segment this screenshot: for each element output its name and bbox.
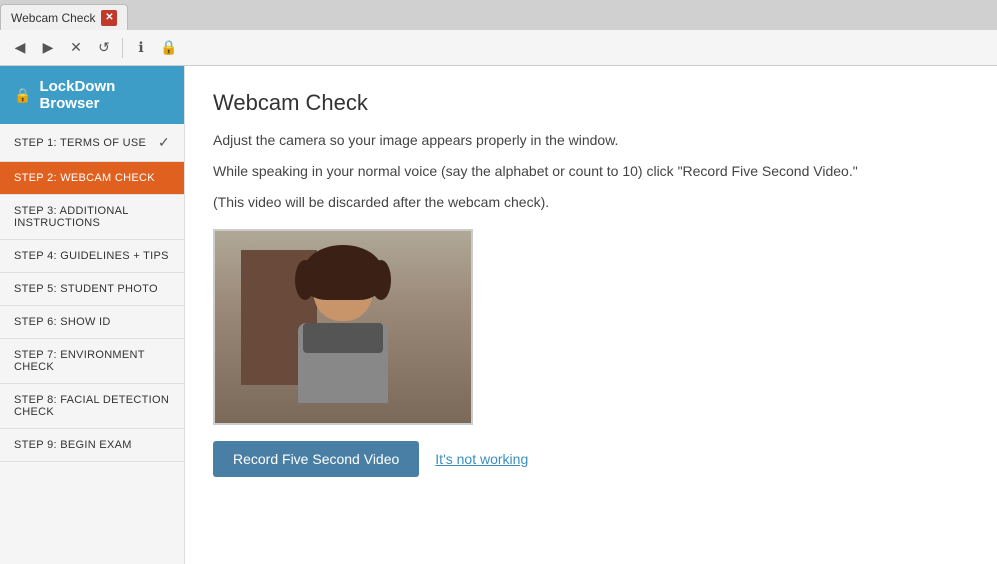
- webcam-container: [213, 229, 473, 425]
- sidebar-item-step1[interactable]: STEP 1: TERMS OF USE ✓: [0, 124, 184, 162]
- description-3: (This video will be discarded after the …: [213, 192, 969, 213]
- sidebar-item-step5[interactable]: STEP 5: STUDENT PHOTO: [0, 273, 184, 306]
- active-tab[interactable]: Webcam Check ✕: [0, 4, 128, 30]
- sidebar-item-step6[interactable]: STEP 6: SHOW ID: [0, 306, 184, 339]
- shield-icon: 🔒: [157, 36, 181, 60]
- main-content: Webcam Check Adjust the camera so your i…: [185, 66, 997, 564]
- sidebar-item-label: STEP 1: TERMS OF USE: [14, 137, 146, 149]
- nav-bar: ◀ ▶ ✕ ↺ ℹ 🔒: [0, 30, 997, 66]
- description-2: While speaking in your normal voice (say…: [213, 161, 969, 182]
- sidebar-item-step2[interactable]: STEP 2: WEBCAM CHECK: [0, 162, 184, 195]
- sidebar-item-step3[interactable]: STEP 3: ADDITIONAL INSTRUCTIONS: [0, 195, 184, 240]
- sidebar-item-step4[interactable]: STEP 4: GUIDELINES + TIPS: [0, 240, 184, 273]
- close-nav-button[interactable]: ✕: [64, 36, 88, 60]
- not-working-link[interactable]: It's not working: [435, 451, 528, 467]
- action-row: Record Five Second Video It's not workin…: [213, 441, 969, 477]
- webcam-feed: [215, 231, 471, 423]
- checkmark-icon: ✓: [158, 134, 170, 151]
- person-figure: [283, 253, 403, 423]
- back-button[interactable]: ◀: [8, 36, 32, 60]
- sidebar-item-label: STEP 9: BEGIN EXAM: [14, 439, 132, 451]
- record-button[interactable]: Record Five Second Video: [213, 441, 419, 477]
- person-head: [313, 253, 373, 321]
- sidebar-title: LockDown Browser: [39, 78, 170, 112]
- sidebar-item-label: STEP 3: ADDITIONAL INSTRUCTIONS: [14, 205, 170, 229]
- tab-title: Webcam Check: [11, 11, 95, 25]
- sidebar: 🔒 LockDown Browser STEP 1: TERMS OF USE …: [0, 66, 185, 564]
- sidebar-item-step9[interactable]: STEP 9: BEGIN EXAM: [0, 429, 184, 462]
- person-torso: [298, 323, 388, 403]
- sidebar-item-label: STEP 7: ENVIRONMENT CHECK: [14, 349, 170, 373]
- sidebar-item-label: STEP 8: FACIAL DETECTION CHECK: [14, 394, 170, 418]
- info-icon: ℹ: [129, 36, 153, 60]
- nav-divider: [122, 38, 123, 58]
- browser-chrome: Webcam Check ✕ ◀ ▶ ✕ ↺ ℹ 🔒: [0, 0, 997, 66]
- sidebar-header: 🔒 LockDown Browser: [0, 66, 184, 124]
- description-1: Adjust the camera so your image appears …: [213, 130, 969, 151]
- sidebar-item-label: STEP 6: SHOW ID: [14, 316, 111, 328]
- person-hair: [303, 245, 383, 300]
- sidebar-item-label: STEP 4: GUIDELINES + TIPS: [14, 250, 169, 262]
- person-scarf: [303, 323, 383, 353]
- browser-body: 🔒 LockDown Browser STEP 1: TERMS OF USE …: [0, 66, 997, 564]
- sidebar-item-step7[interactable]: STEP 7: ENVIRONMENT CHECK: [0, 339, 184, 384]
- tab-close-button[interactable]: ✕: [101, 10, 117, 26]
- sidebar-item-step8[interactable]: STEP 8: FACIAL DETECTION CHECK: [0, 384, 184, 429]
- tab-bar: Webcam Check ✕: [0, 0, 997, 30]
- refresh-button[interactable]: ↺: [92, 36, 116, 60]
- sidebar-item-label: STEP 5: STUDENT PHOTO: [14, 283, 158, 295]
- forward-button[interactable]: ▶: [36, 36, 60, 60]
- page-title: Webcam Check: [213, 90, 969, 116]
- sidebar-item-label: STEP 2: WEBCAM CHECK: [14, 172, 155, 184]
- lock-icon: 🔒: [14, 87, 31, 104]
